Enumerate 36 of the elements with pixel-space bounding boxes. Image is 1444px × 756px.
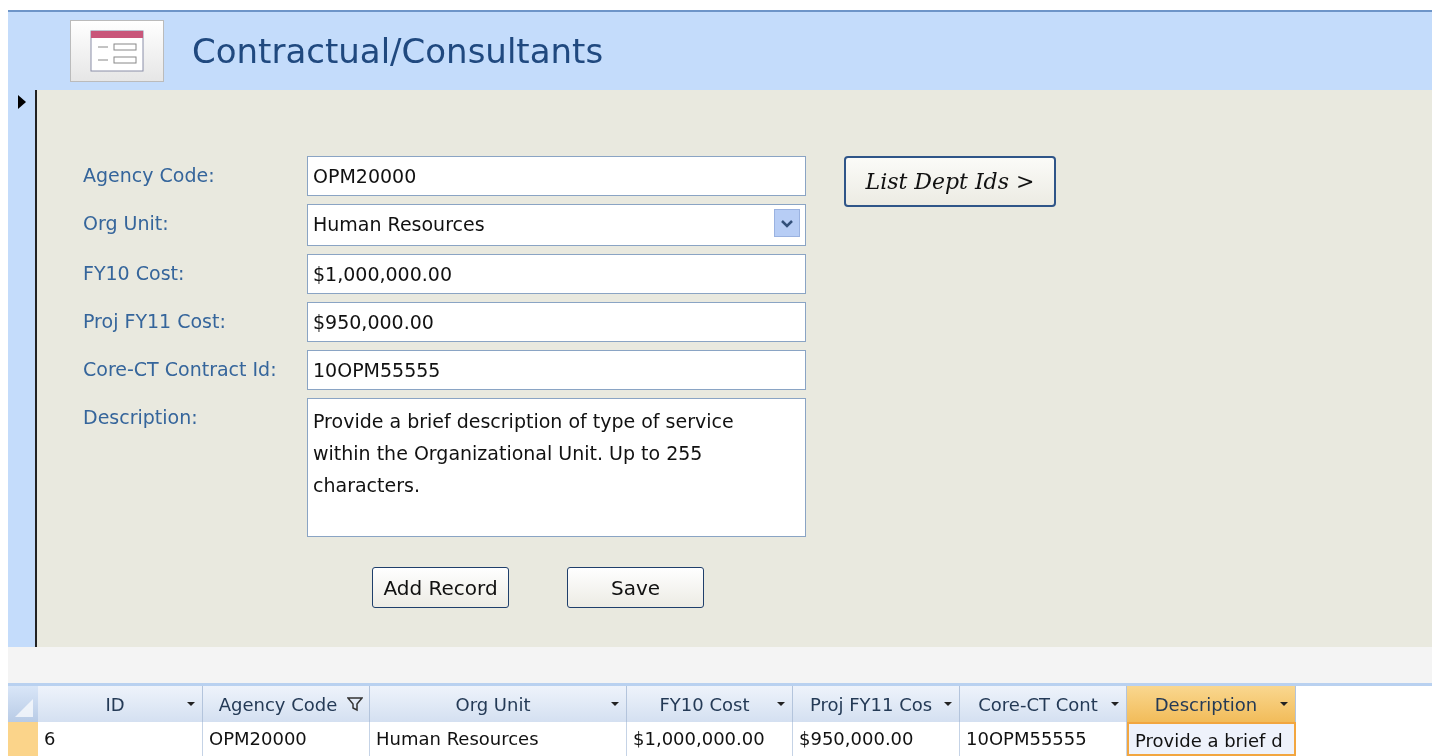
filter-icon[interactable] xyxy=(347,696,363,712)
column-header[interactable]: FY10 Cost xyxy=(627,686,793,722)
input-field[interactable]: $950,000.00 xyxy=(307,302,806,342)
field-label: FY10 Cost: xyxy=(83,261,186,284)
form-button[interactable]: Save xyxy=(567,567,704,608)
dropdown-arrow-icon[interactable] xyxy=(1279,701,1289,707)
list-dept-ids-button[interactable]: List Dept Ids > xyxy=(844,156,1056,207)
record-selector[interactable] xyxy=(8,90,37,647)
column-header[interactable]: ID xyxy=(38,686,203,722)
field-label: Description: xyxy=(83,405,199,428)
table-cell: Provide a brief d xyxy=(1127,722,1296,756)
field-label: Org Unit: xyxy=(83,211,170,234)
field-label: Core-CT Contract Id: xyxy=(83,357,278,380)
dropdown-arrow-icon[interactable] xyxy=(1110,701,1120,707)
dropdown-arrow-icon[interactable] xyxy=(610,701,620,707)
column-header[interactable]: Proj FY11 Cos xyxy=(793,686,960,722)
field-label: Agency Code: xyxy=(83,163,216,186)
column-header[interactable]: Agency Code xyxy=(203,686,370,722)
form-icon xyxy=(70,20,164,82)
dropdown-arrow-icon[interactable] xyxy=(186,701,196,707)
field-label: Proj FY11 Cost: xyxy=(83,309,227,332)
column-header[interactable]: Core-CT Cont xyxy=(960,686,1127,722)
input-field[interactable]: OPM20000 xyxy=(307,156,806,196)
org-unit-dropdown[interactable]: Human Resources xyxy=(307,204,806,246)
dropdown-arrow-icon[interactable] xyxy=(776,701,786,707)
chevron-down-icon[interactable] xyxy=(780,218,794,228)
input-field[interactable]: $1,000,000.00 xyxy=(307,254,806,294)
column-header[interactable]: Org Unit xyxy=(370,686,627,722)
description-field[interactable]: Provide a brief description of type of service within the Organizational Unit. Up to 255 characters. xyxy=(307,398,806,537)
form-title: Contractual/Consultants xyxy=(192,31,604,71)
column-header[interactable]: Description xyxy=(1127,686,1296,722)
current-record-icon xyxy=(16,94,27,110)
form-button[interactable]: Add Record xyxy=(372,567,509,608)
dropdown-arrow-icon[interactable] xyxy=(943,701,953,707)
input-field[interactable]: 10OPM55555 xyxy=(307,350,806,390)
triangle-icon xyxy=(14,698,34,718)
